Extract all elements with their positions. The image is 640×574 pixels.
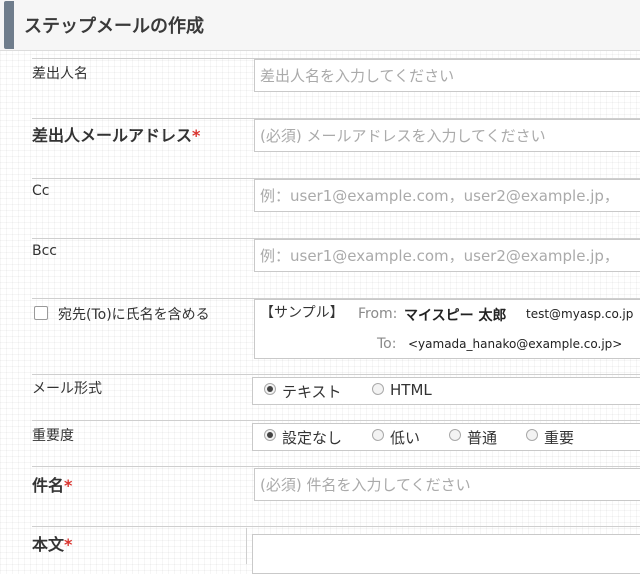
sample-from-email: test@myasp.co.jp [526, 307, 634, 321]
row-divider [32, 374, 640, 375]
row-divider [32, 466, 640, 467]
priority-radio-low[interactable] [372, 429, 384, 441]
required-mark: * [64, 535, 73, 554]
header-accent-bar [4, 1, 14, 49]
mail-format-radio-text[interactable] [264, 383, 276, 395]
sample-heading: 【サンプル】 [260, 305, 344, 321]
bcc-label: Bcc [32, 243, 57, 259]
priority-option-low[interactable]: 低い [390, 427, 420, 448]
include-name-checkbox[interactable] [34, 306, 48, 320]
sender-email-label-text: 差出人メールアドレス [32, 126, 193, 145]
priority-radio-high[interactable] [526, 429, 538, 441]
required-mark: * [64, 476, 73, 495]
priority-option-high[interactable]: 重要 [544, 427, 574, 448]
row-divider [32, 420, 640, 421]
mail-format-option-html[interactable]: HTML [390, 381, 432, 399]
mail-format-radio-html[interactable] [372, 383, 384, 395]
subject-label-text: 件名 [32, 476, 65, 495]
required-mark: * [192, 126, 201, 145]
sender-email-input[interactable] [254, 119, 640, 152]
sample-to-value: <yamada_hanako@example.co.jp> [408, 337, 623, 351]
subject-input[interactable] [254, 468, 640, 501]
subject-label: 件名* [32, 472, 72, 496]
mail-format-label: メール形式 [32, 381, 102, 397]
body-label: 本文* [32, 531, 72, 555]
body-column-divider [246, 528, 247, 564]
priority-option-none[interactable]: 設定なし [282, 427, 342, 448]
priority-label: 重要度 [32, 428, 74, 444]
mail-format-option-text[interactable]: テキスト [282, 381, 342, 402]
priority-radio-normal[interactable] [449, 429, 461, 441]
include-name-label[interactable]: 宛先(To)に氏名を含める [58, 304, 210, 324]
cc-input[interactable] [254, 179, 640, 212]
sender-email-label: 差出人メールアドレス* [32, 122, 200, 146]
cc-label: Cc [32, 183, 50, 199]
row-divider [32, 526, 640, 527]
priority-radio-none[interactable] [264, 429, 276, 441]
sample-from-key: From: [358, 306, 398, 322]
page-title: ステップメールの作成 [24, 16, 204, 37]
body-label-text: 本文 [32, 535, 65, 554]
sender-name-label: 差出人名 [32, 66, 88, 82]
sender-name-input[interactable] [254, 59, 640, 92]
sample-to-key: To: [377, 336, 397, 352]
priority-option-normal[interactable]: 普通 [467, 427, 497, 448]
body-textarea[interactable] [252, 534, 640, 574]
bcc-input[interactable] [254, 239, 640, 272]
sample-from-name: マイスピー 太郎 [404, 308, 507, 324]
